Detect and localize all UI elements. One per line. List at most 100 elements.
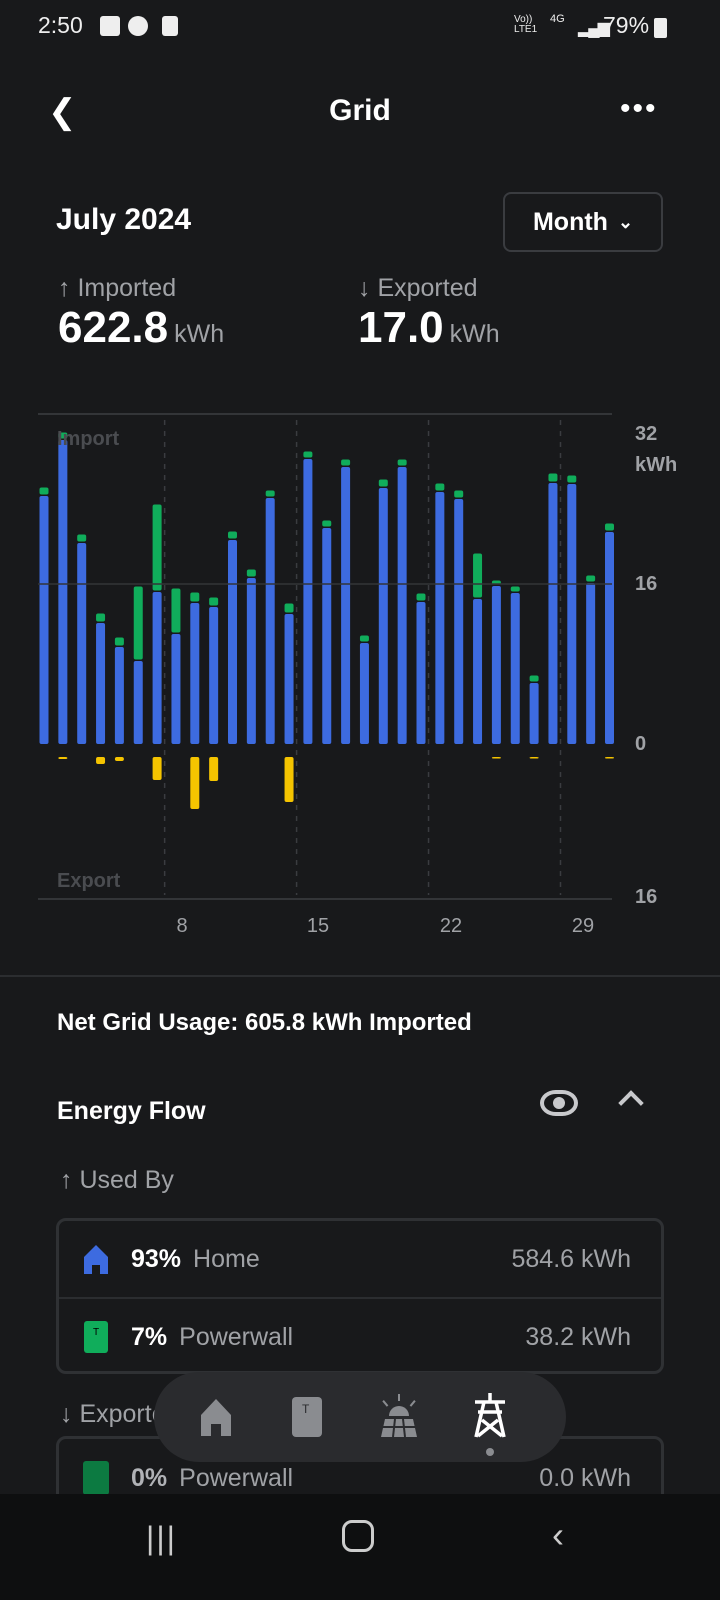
bar-export [152,757,162,780]
bar-export [114,757,124,761]
bar-import-powerwall [171,588,181,633]
bar-import-powerwall [152,504,162,591]
bar-import-powerwall [359,635,369,642]
home-name: Home [193,1244,260,1273]
bar-import-home [228,540,237,744]
bar-import-powerwall [133,586,143,660]
status-time: 2:50 [38,12,83,38]
network-label: Vo)) LTE1 [514,14,538,35]
bottom-nav: T [154,1372,566,1462]
exported-label: Exported [377,274,478,302]
battery-percent: 79% [603,12,650,38]
exported-value: 17.0 [358,303,444,352]
cloud-icon [128,16,148,36]
y-tick-export-16: 16 [635,886,657,908]
home-button[interactable] [342,1520,374,1552]
nav-powerwall-icon[interactable]: T [291,1396,323,1438]
bar-export [190,757,200,809]
arrow-up-icon: ↑ [60,1166,80,1194]
bar-export [209,757,219,781]
bar-import-home [114,647,124,744]
range-selector[interactable]: Month ⌄ [503,192,663,252]
bar-import-home [378,488,388,744]
status-bar: 2:50 Vo)) LTE1 4G ▂▄▆ 79% [0,0,720,52]
used-by-row-home[interactable]: 93% Home 584.6 kWh [59,1221,655,1297]
export-powerwall-pct: 0% [131,1463,168,1492]
bar-import-home [96,623,106,744]
more-options-button[interactable]: ••• [620,92,658,126]
gallery-icon [100,16,120,36]
bar-export [605,757,614,759]
bar-export [529,757,539,759]
bar-import-powerwall [114,637,124,646]
bar-import-home [322,528,332,744]
bar-import-powerwall [454,490,464,498]
grid-chart[interactable]: Import Export 32 kWh 16 0 16 8 15 22 29 [0,400,720,960]
home-icon [84,1245,108,1274]
bar-import-powerwall [77,534,87,542]
bar-import-home [284,614,294,744]
used-by-card: 93% Home 584.6 kWh T 7% Powerwall 38.2 k… [56,1218,664,1374]
bar-import-home [397,467,407,744]
section-divider [0,975,720,977]
bar-import-home [510,593,520,744]
bar-import-home [529,683,539,744]
battery-icon [654,18,667,38]
clock-app-icon [162,16,178,36]
bar-import-home [190,603,200,744]
nav-home-icon[interactable] [200,1398,232,1436]
powerwall-name: Powerwall [179,1322,294,1351]
arrow-down-icon: ↓ [358,274,378,302]
back-nav-button[interactable]: ‹ [552,1514,564,1556]
bar-import-home [473,599,483,744]
bar-export [284,757,294,802]
range-selector-value: Month [532,207,608,236]
bar-import-home [435,492,445,744]
export-powerwall-name: Powerwall [179,1463,294,1492]
bar-import-powerwall [473,553,483,598]
powerwall-pct: 7% [131,1322,168,1351]
bar-import-home [77,543,87,744]
bar-import-home [171,634,181,744]
x-tick-22: 22 [440,915,462,937]
bar-import-home [586,583,596,744]
used-by-row-powerwall[interactable]: T 7% Powerwall 38.2 kWh [59,1299,655,1375]
bar-import-home [39,496,49,744]
net-type: 4G [550,13,565,25]
bar-import-home [548,483,558,744]
bar-import-powerwall [529,675,539,682]
import-label: Import [57,428,120,450]
page-title: Grid [329,94,391,127]
bar-import-powerwall [265,490,275,497]
bar-import-powerwall [435,483,445,491]
bar-export [58,757,68,759]
bar-import-powerwall [96,613,106,622]
export-label: Export [57,870,121,892]
bar-import-home [454,499,464,744]
bar-export [96,757,106,764]
imported-label: Imported [77,274,177,302]
home-pct: 93% [131,1244,182,1273]
imported-value: 622.8 [58,303,169,352]
bar-import-powerwall [548,473,558,482]
nav-solar-icon[interactable] [380,1394,418,1438]
y-unit: kWh [635,454,677,476]
nav-grid-icon[interactable] [472,1392,508,1438]
bar-import-powerwall [397,459,407,466]
bar-export [491,757,501,759]
recents-button[interactable]: ||| [146,1520,177,1557]
bar-import-powerwall [605,523,614,531]
collapse-chevron-icon[interactable] [618,1090,644,1116]
imported-unit: kWh [174,320,225,348]
x-tick-29: 29 [572,915,594,937]
bar-import-home [265,498,275,744]
bar-import-powerwall [190,592,200,602]
bar-import-home [152,592,162,744]
export-powerwall-value: 0.0 kWh [539,1463,631,1492]
bar-import-home [416,602,426,744]
period-label: July 2024 [56,203,192,236]
eye-icon[interactable] [540,1090,578,1116]
exported-summary: ↓ Exported 17.0 kWh [358,274,500,353]
bar-import-powerwall [246,569,256,577]
bar-import-powerwall [39,487,49,495]
